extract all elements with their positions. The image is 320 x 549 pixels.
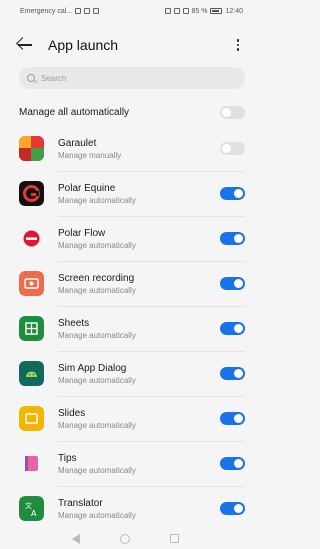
app-mode: Manage automatically [58, 285, 136, 295]
app-row-screen-recording[interactable]: Screen recording Manage automatically [19, 261, 245, 306]
app-toggle[interactable] [220, 187, 245, 200]
app-mode: Manage automatically [58, 195, 136, 205]
app-row-sheets[interactable]: Sheets Manage automatically [19, 306, 245, 351]
app-name: Translator [58, 497, 103, 509]
app-name: Garaulet [58, 137, 97, 149]
status-right: 85 % 12:40 [164, 7, 243, 15]
clock: 12:40 [225, 7, 243, 15]
app-name: Sim App Dialog [58, 362, 127, 374]
wifi-icon [84, 8, 91, 14]
app-mode: Manage automatically [58, 510, 136, 520]
app-name: Polar Flow [58, 227, 106, 239]
bluetooth-icon [173, 8, 180, 14]
manage-all-label: Manage all automatically [19, 106, 130, 118]
app-toggle[interactable] [220, 367, 245, 380]
app-name: Tips [58, 452, 77, 464]
slides-icon [19, 406, 44, 431]
emergency-call-text: Emergency cal... [20, 7, 73, 15]
app-row-slides[interactable]: Slides Manage automatically [19, 396, 245, 441]
app-name: Polar Equine [58, 182, 116, 194]
app-row-polar-equine[interactable]: Polar Equine Manage automatically [19, 171, 245, 216]
usb-icon [93, 8, 100, 14]
sim-app-dialog-icon [19, 361, 44, 386]
app-mode: Manage manually [58, 150, 122, 160]
app-row-garaulet[interactable]: Garaulet Manage manually [19, 126, 245, 171]
svg-text:A: A [31, 509, 37, 518]
search-input[interactable]: Search [19, 67, 245, 89]
status-bar: Emergency cal... 85 % 12:40 [0, 0, 251, 22]
manage-all-row[interactable]: Manage all automatically [19, 100, 245, 124]
sim-icon [75, 8, 82, 14]
status-left: Emergency cal... [20, 7, 100, 15]
nav-recents-icon[interactable] [170, 534, 179, 543]
app-toggle[interactable] [220, 457, 245, 470]
app-toggle[interactable] [220, 142, 245, 155]
nfc-icon [164, 8, 171, 14]
app-list: Garaulet Manage manually Polar Equine Ma… [19, 126, 245, 531]
app-row-polar-flow[interactable]: Polar Flow Manage automatically [19, 216, 245, 261]
page-title: App launch [48, 37, 119, 53]
app-toggle[interactable] [220, 502, 245, 515]
app-row-translator[interactable]: 文 A Translator Manage automatically [19, 486, 245, 531]
app-toggle[interactable] [220, 277, 245, 290]
back-arrow-icon[interactable] [16, 34, 38, 56]
search-placeholder: Search [41, 73, 67, 83]
sheets-icon [19, 316, 44, 341]
app-bar: App launch [0, 24, 251, 66]
polar-equine-icon [19, 181, 44, 206]
nav-home-icon[interactable] [120, 533, 130, 544]
garaulet-icon [19, 136, 44, 161]
app-mode: Manage automatically [58, 420, 136, 430]
app-mode: Manage automatically [58, 330, 136, 340]
app-toggle[interactable] [220, 322, 245, 335]
manage-all-toggle[interactable] [220, 105, 245, 119]
translator-icon: 文 A [19, 496, 44, 521]
more-options-icon[interactable] [231, 34, 245, 56]
app-row-tips[interactable]: Tips Manage automatically [19, 441, 245, 486]
app-row-sim-app-dialog[interactable]: Sim App Dialog Manage automatically [19, 351, 245, 396]
app-name: Slides [58, 407, 86, 419]
polar-flow-icon [19, 226, 44, 251]
tips-icon [19, 451, 44, 476]
app-toggle[interactable] [220, 232, 245, 245]
nav-back-icon[interactable] [72, 533, 80, 544]
screen-recording-icon [19, 271, 44, 296]
app-mode: Manage automatically [58, 375, 136, 385]
app-mode: Manage automatically [58, 465, 136, 475]
app-name: Sheets [58, 317, 90, 329]
app-name: Screen recording [58, 272, 135, 284]
battery-icon [210, 8, 223, 14]
vibrate-icon [182, 8, 189, 14]
app-toggle[interactable] [220, 412, 245, 425]
navigation-bar [0, 528, 251, 549]
app-mode: Manage automatically [58, 240, 136, 250]
battery-percent: 85 % [191, 7, 208, 15]
search-icon [27, 74, 35, 82]
